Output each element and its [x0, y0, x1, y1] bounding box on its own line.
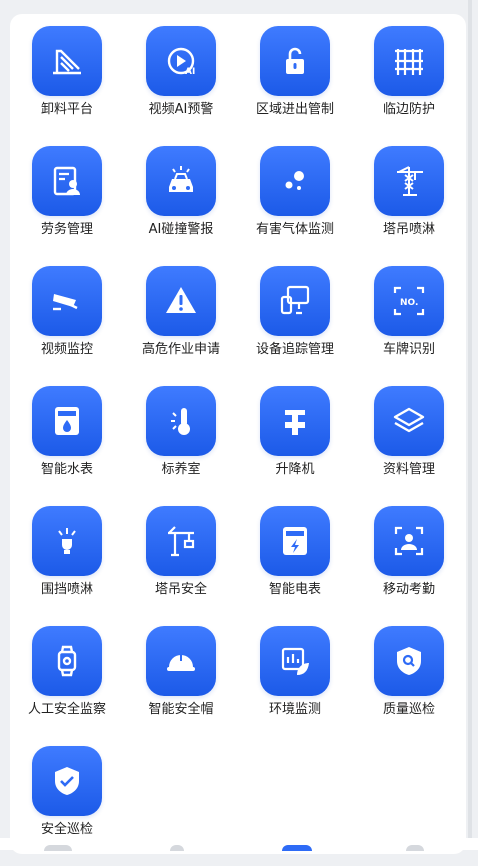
tile-equipment-tracking[interactable]: 设备追踪管理	[238, 266, 352, 386]
device-tracking-icon	[260, 266, 330, 336]
fence-icon	[374, 26, 444, 96]
tile-label: 高危作业申请	[141, 342, 220, 357]
tile-labor-management[interactable]: 劳务管理	[10, 146, 124, 266]
unloading-platform-icon	[32, 26, 102, 96]
car-alarm-icon	[146, 146, 216, 216]
tile-label: 设备追踪管理	[255, 342, 334, 357]
sprinkler-icon	[32, 506, 102, 576]
unlock-icon	[260, 26, 330, 96]
function-grid: 卸料平台 AI 视频AI预警 区域进出管制 临边防护 劳务管理 AI碰撞警报 有…	[10, 26, 466, 866]
tile-label: 视频AI预警	[148, 102, 214, 117]
tab-home-icon[interactable]	[44, 845, 72, 851]
tile-toxic-gas-monitoring[interactable]: 有害气体监测	[238, 146, 352, 266]
scrollbar[interactable]	[468, 0, 472, 850]
tile-smart-electric-meter[interactable]: 智能电表	[238, 506, 352, 626]
tile-label: 智能安全帽	[148, 702, 214, 717]
tile-label: 安全巡检	[40, 822, 93, 837]
tile-curing-room[interactable]: 标养室	[124, 386, 238, 506]
tile-ai-collision-alarm[interactable]: AI碰撞警报	[124, 146, 238, 266]
tile-smart-water-meter[interactable]: 智能水表	[10, 386, 124, 506]
svg-text:AI: AI	[185, 67, 195, 77]
tile-smart-helmet[interactable]: 智能安全帽	[124, 626, 238, 746]
tile-label: 视频监控	[40, 342, 93, 357]
tile-label: 资料管理	[382, 462, 435, 477]
tile-environment-monitoring[interactable]: 环境监测	[238, 626, 352, 746]
tile-label: 升降机	[275, 462, 315, 477]
gas-icon	[260, 146, 330, 216]
tile-label: 临边防护	[382, 102, 435, 117]
tile-label: 塔吊喷淋	[382, 222, 435, 237]
tile-label: 塔吊安全	[154, 582, 207, 597]
video-ai-icon: AI	[146, 26, 216, 96]
worker-card-icon	[32, 146, 102, 216]
tile-label: 劳务管理	[40, 222, 93, 237]
tile-unloading-platform[interactable]: 卸料平台	[10, 26, 124, 146]
quality-shield-icon	[374, 626, 444, 696]
tab-apps-icon[interactable]	[282, 845, 312, 851]
tile-label: 有害气体监测	[255, 222, 334, 237]
tile-quality-inspection[interactable]: 质量巡检	[352, 626, 466, 746]
tower-crane-icon	[146, 506, 216, 576]
tile-label: 区域进出管制	[255, 102, 334, 117]
tile-label: 卸料平台	[40, 102, 93, 117]
tile-label: 围挡喷淋	[40, 582, 93, 597]
tile-video-ai-alert[interactable]: AI 视频AI预警	[124, 26, 238, 146]
tile-tower-crane-safety[interactable]: 塔吊安全	[124, 506, 238, 626]
safety-shield-check-icon	[32, 746, 102, 816]
tile-label: 质量巡检	[382, 702, 435, 717]
tile-label: 标养室	[161, 462, 201, 477]
electric-meter-icon	[260, 506, 330, 576]
water-meter-icon	[32, 386, 102, 456]
svg-text:NO.: NO.	[400, 298, 418, 308]
face-scan-icon	[374, 506, 444, 576]
tab-profile-icon[interactable]	[406, 845, 424, 851]
hoist-icon	[260, 386, 330, 456]
tile-mobile-attendance[interactable]: 移动考勤	[352, 506, 466, 626]
tab-messages-icon[interactable]	[170, 845, 184, 851]
plate-scan-icon: NO.	[374, 266, 444, 336]
tile-label: AI碰撞警报	[148, 222, 214, 237]
thermometer-icon	[146, 386, 216, 456]
tile-label: 环境监测	[268, 702, 321, 717]
environment-leaf-icon	[260, 626, 330, 696]
tile-crane-spray[interactable]: 塔吊喷淋	[352, 146, 466, 266]
tile-document-management[interactable]: 资料管理	[352, 386, 466, 506]
tile-label: 移动考勤	[382, 582, 435, 597]
tile-high-risk-work-request[interactable]: 高危作业申请	[124, 266, 238, 386]
tile-label: 智能电表	[268, 582, 321, 597]
tile-area-access-control[interactable]: 区域进出管制	[238, 26, 352, 146]
tile-edge-protection[interactable]: 临边防护	[352, 26, 466, 146]
tile-plate-recognition[interactable]: NO. 车牌识别	[352, 266, 466, 386]
tile-label: 车牌识别	[382, 342, 435, 357]
tile-label: 智能水表	[40, 462, 93, 477]
tile-label: 人工安全监察	[27, 702, 106, 717]
warning-icon	[146, 266, 216, 336]
cctv-camera-icon	[32, 266, 102, 336]
tile-manual-safety-inspection[interactable]: 人工安全监察	[10, 626, 124, 746]
tile-hoist[interactable]: 升降机	[238, 386, 352, 506]
helmet-icon	[146, 626, 216, 696]
watch-icon	[32, 626, 102, 696]
layers-icon	[374, 386, 444, 456]
crane-spray-icon	[374, 146, 444, 216]
tile-video-surveillance[interactable]: 视频监控	[10, 266, 124, 386]
tile-hoarding-spray[interactable]: 围挡喷淋	[10, 506, 124, 626]
